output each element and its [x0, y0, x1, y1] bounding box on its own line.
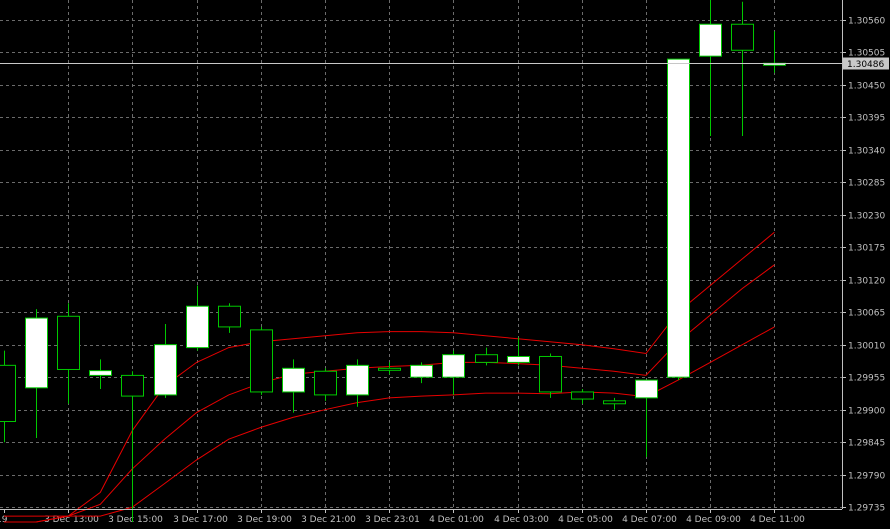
y-tick-label: 1.30230: [848, 212, 885, 222]
candle-body: [346, 364, 369, 396]
candle-body: [571, 391, 594, 400]
candle-body: [154, 344, 177, 396]
candle-body: [699, 23, 722, 57]
x-tick-label: 3 Dec 17:00: [173, 515, 228, 525]
candle-body: [539, 355, 562, 393]
y-tick-label: 1.30560: [848, 17, 885, 27]
x-tick-label: 4 Dec 09:00: [686, 515, 741, 525]
candle-body: [410, 364, 433, 378]
y-tick-label: 1.30175: [848, 244, 885, 254]
y-tick-label: 1.29845: [848, 439, 885, 449]
candle-body: [186, 305, 209, 349]
x-tick-label: 4 Dec 05:00: [558, 515, 613, 525]
candle-body: [218, 305, 241, 328]
x-tick-label: 4 Dec 07:00: [622, 515, 677, 525]
candle-body: [603, 400, 626, 405]
candle-body: [635, 379, 658, 399]
candle-body: [121, 374, 144, 397]
x-tick-label: 3 Dec 21:00: [301, 515, 356, 525]
candle-body: [731, 23, 754, 51]
candle-body: [282, 367, 305, 393]
y-tick-label: 1.30395: [848, 114, 885, 124]
candle-body: [25, 317, 48, 389]
y-tick-label: 1.29955: [848, 374, 885, 384]
y-tick-label: 1.30010: [848, 342, 885, 352]
x-tick-label: 4 Dec 03:00: [494, 515, 549, 525]
x-tick-label: 3 Dec 15:00: [108, 515, 163, 525]
candle-body: [57, 315, 80, 370]
y-tick-label: 1.30505: [848, 49, 885, 59]
candle-body: [89, 370, 112, 376]
y-tick-label: 1.29900: [848, 407, 885, 417]
band-line-3: [4, 231, 775, 523]
candle-body: [667, 58, 690, 378]
band-line-2: [4, 264, 775, 523]
x-tick-label: 4 Dec 11:00: [750, 515, 805, 525]
y-tick-label: 1.30065: [848, 309, 885, 319]
y-tick-label: 1.30120: [848, 277, 885, 287]
current-price-label: 1.30486: [847, 60, 884, 70]
candle-body: [0, 364, 16, 423]
y-tick-label: 1.30285: [848, 179, 885, 189]
x-tick-label: 4 Dec 01:00: [429, 515, 484, 525]
candle-body: [442, 354, 465, 378]
y-tick-label: 1.29790: [848, 472, 885, 482]
candlestick-chart: 1.30560 1.30505 1.30450 1.30395 1.30340 1.302…: [0, 0, 890, 525]
y-tick-label: 1.30450: [848, 82, 885, 92]
candle-body: [314, 370, 337, 396]
y-tick-label: 1.30340: [848, 147, 885, 157]
candle-body: [475, 354, 498, 363]
x-tick-label: 3 Dec 23:01: [365, 515, 420, 525]
candle-body: [250, 329, 273, 393]
candle-body: [378, 367, 401, 371]
x-tick-label: 3 Dec 19:00: [237, 515, 292, 525]
y-tick-label: 1.29735: [848, 504, 885, 514]
candle-body: [507, 355, 530, 363]
chart-canvas: 1.30560 1.30505 1.30450 1.30395 1.30340 1.302…: [0, 0, 889, 525]
